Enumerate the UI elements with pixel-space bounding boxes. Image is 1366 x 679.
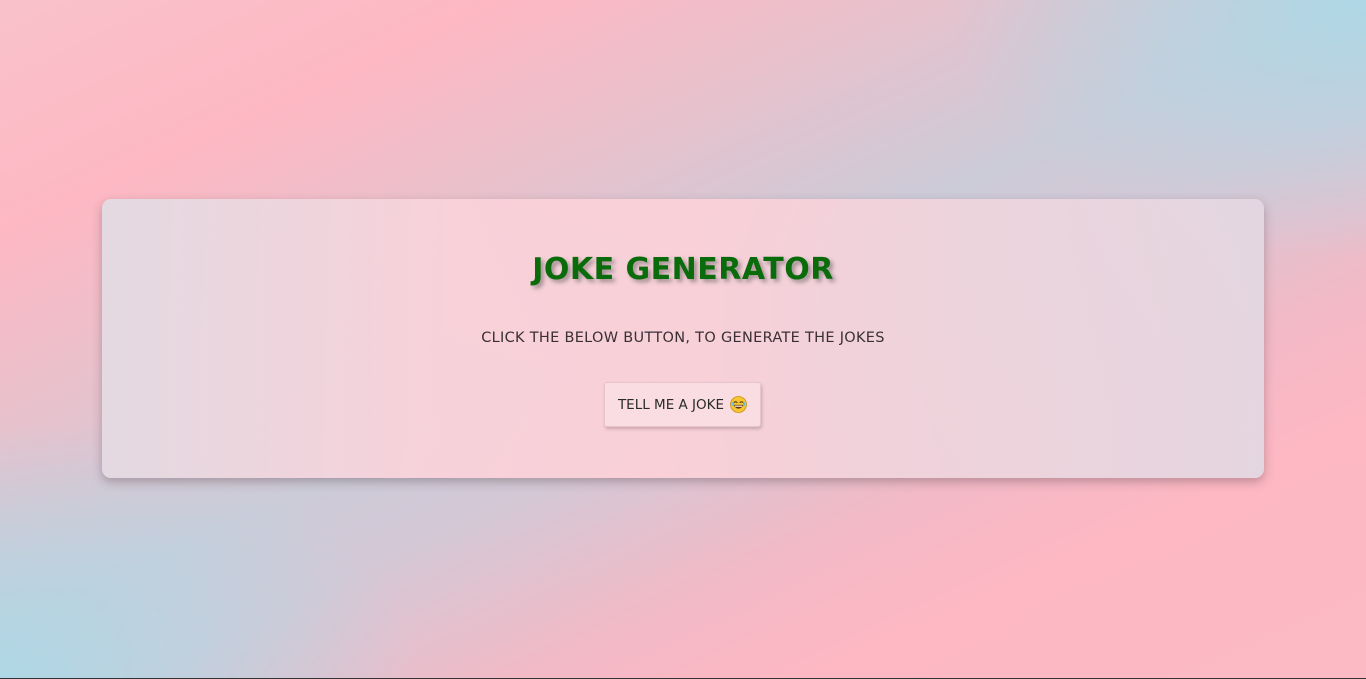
instruction-text: CLICK THE BELOW BUTTON, TO GENERATE THE … <box>481 330 885 346</box>
tell-joke-button[interactable]: TELL ME A JOKE <box>604 382 761 427</box>
laughing-emoji-icon <box>730 396 747 413</box>
tell-joke-button-label: TELL ME A JOKE <box>617 396 725 413</box>
joke-card: JOKE GENERATOR CLICK THE BELOW BUTTON, T… <box>102 199 1264 478</box>
page-title: JOKE GENERATOR <box>532 252 834 287</box>
